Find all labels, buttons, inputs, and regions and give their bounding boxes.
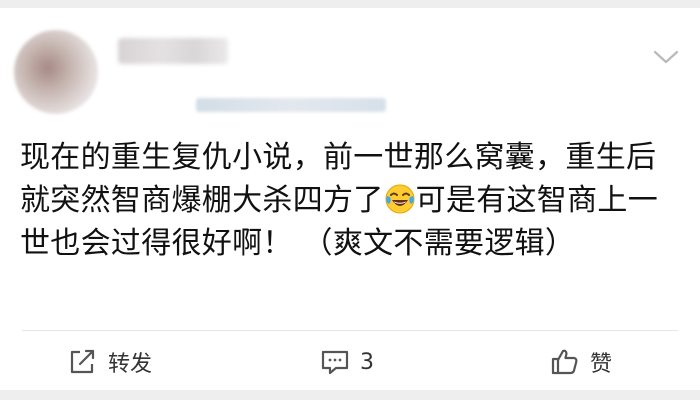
username-redacted[interactable] (118, 38, 228, 64)
post-card: 现在的重生复仇小说，前一世那么窝囊，重生后就突然智商爆棚大杀四方了 可是有这智商上… (0, 8, 700, 390)
bottom-separator (0, 390, 700, 400)
comment-button[interactable]: 3 (320, 342, 374, 382)
like-button[interactable]: 赞 (550, 342, 612, 382)
repost-label: 转发 (108, 352, 153, 377)
share-icon (70, 349, 95, 374)
laughing-crying-emoji-icon (385, 184, 415, 214)
thumbs-up-icon (551, 349, 578, 375)
post-meta-redacted (196, 98, 386, 112)
chevron-down-icon[interactable] (652, 48, 680, 66)
repost-button[interactable]: 转发 (68, 342, 152, 382)
avatar[interactable] (14, 30, 98, 114)
comment-count: 3 (360, 349, 374, 375)
comment-icon (321, 350, 349, 375)
divider (22, 330, 678, 331)
like-label: 赞 (590, 352, 613, 377)
post-text: 现在的重生复仇小说，前一世那么窝囊，重生后就突然智商爆棚大杀四方了 可是有这智商上… (20, 136, 686, 265)
